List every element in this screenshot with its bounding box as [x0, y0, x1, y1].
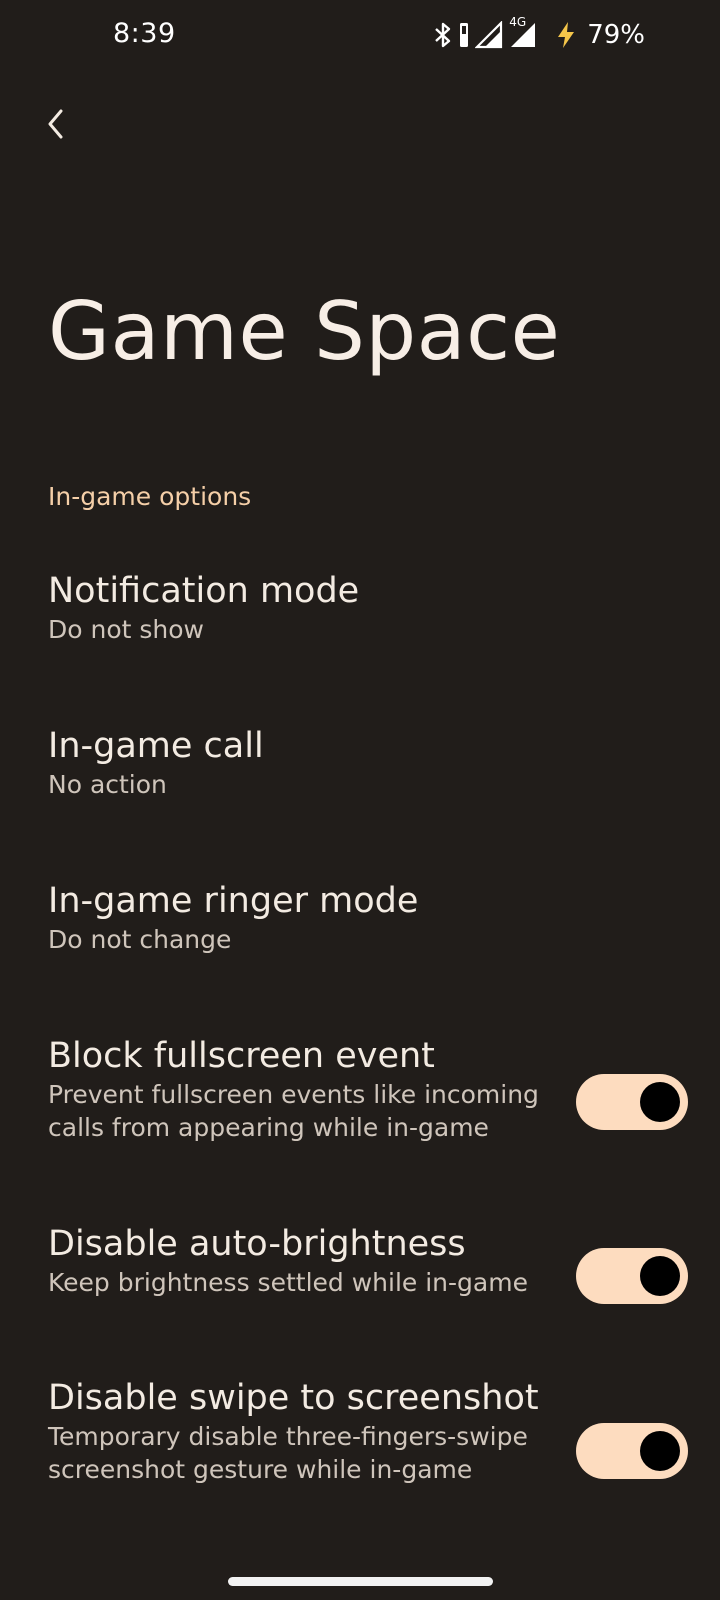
vibrate-icon: [459, 21, 469, 49]
bluetooth-icon: [433, 20, 453, 50]
network-type-label: 4G: [509, 15, 527, 29]
pref-summary: Prevent fullscreen events like incoming …: [48, 1080, 539, 1142]
pref-summary: Do not change: [48, 925, 232, 954]
pref-summary: Do not show: [48, 615, 204, 644]
back-button[interactable]: [30, 100, 82, 152]
status-icons: 4G 79%: [433, 15, 645, 52]
pref-disable-auto-brightness[interactable]: Disable auto-brightness Keep brightness …: [0, 1198, 720, 1318]
status-bar: 8:39 4G 79%: [0, 0, 720, 70]
pref-notification-mode[interactable]: Notification mode Do not show: [0, 545, 720, 665]
section-header-in-game-options: In-game options: [48, 482, 252, 511]
pref-title: Notification mode: [48, 571, 360, 611]
gesture-nav-handle[interactable]: [228, 1577, 493, 1586]
chevron-left-icon: [46, 108, 66, 144]
pref-title: In-game call: [48, 726, 264, 766]
status-time: 8:39: [113, 18, 176, 49]
game-space-settings-screen: 8:39 4G 79% Game Space In-game options N…: [0, 0, 720, 1600]
toggle-knob: [640, 1256, 680, 1296]
pref-summary: No action: [48, 770, 167, 799]
pref-title: In-game ringer mode: [48, 881, 419, 921]
pref-title: Disable swipe to screenshot: [48, 1378, 539, 1418]
toggle-knob: [640, 1431, 680, 1471]
wifi-signal-icon: [475, 21, 503, 49]
pref-in-game-call[interactable]: In-game call No action: [0, 700, 720, 820]
disable-swipe-screenshot-toggle[interactable]: [576, 1423, 688, 1479]
disable-auto-brightness-toggle[interactable]: [576, 1248, 688, 1304]
pref-summary: Temporary disable three-fingers-swipe sc…: [48, 1422, 528, 1484]
pref-title: Block fullscreen event: [48, 1036, 435, 1076]
mobile-signal-icon: 4G: [509, 15, 537, 49]
pref-block-fullscreen-event[interactable]: Block fullscreen event Prevent fullscree…: [0, 1010, 720, 1160]
pref-summary: Keep brightness settled while in-game: [48, 1268, 528, 1297]
block-fullscreen-toggle[interactable]: [576, 1074, 688, 1130]
pref-title: Disable auto-brightness: [48, 1224, 466, 1264]
page-title: Game Space: [48, 285, 561, 378]
charging-bolt-icon: [555, 21, 577, 49]
pref-in-game-ringer-mode[interactable]: In-game ringer mode Do not change: [0, 855, 720, 975]
toggle-knob: [640, 1082, 680, 1122]
pref-disable-swipe-to-screenshot[interactable]: Disable swipe to screenshot Temporary di…: [0, 1352, 720, 1502]
battery-percent: 79%: [587, 20, 645, 50]
